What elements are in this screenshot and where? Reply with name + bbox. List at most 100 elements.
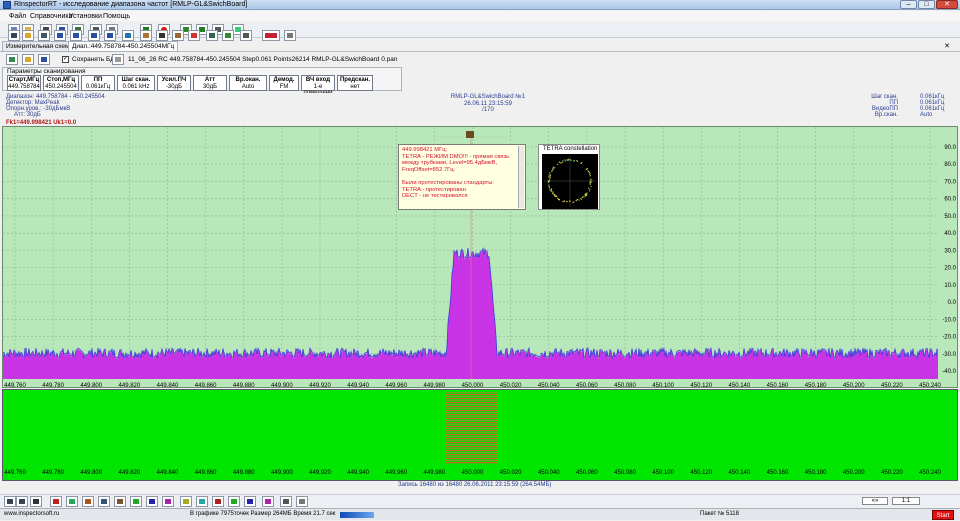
waterfall-x-label: 450.040 bbox=[538, 470, 560, 476]
constellation-point bbox=[552, 191, 554, 193]
constellation-point bbox=[557, 163, 559, 166]
waterfall-stripe bbox=[446, 396, 497, 398]
display7-icon[interactable] bbox=[146, 496, 158, 507]
param-value: -30дБ bbox=[165, 83, 183, 90]
constellation-point bbox=[566, 201, 568, 203]
constellation-point bbox=[568, 158, 570, 160]
menu-settings[interactable]: Установки bbox=[69, 13, 102, 20]
popup-scrollbar[interactable] bbox=[518, 146, 524, 208]
constellation-point bbox=[552, 166, 554, 168]
display10-icon[interactable] bbox=[196, 496, 208, 507]
waterfall-stripe bbox=[446, 436, 497, 438]
waterfall-x-label: 450.020 bbox=[500, 470, 522, 476]
zoom-out-icon[interactable] bbox=[16, 496, 28, 507]
waterfall-stripe bbox=[446, 426, 497, 428]
param-button-4[interactable]: Усил.ПЧ -30дБ bbox=[157, 75, 191, 91]
constellation-title: TETRA constellation bbox=[543, 146, 598, 152]
waterfall-stripe bbox=[446, 428, 497, 430]
tab-measure-scheme[interactable]: Измерительная схема bbox=[2, 41, 78, 52]
minimize-button[interactable]: – bbox=[900, 0, 917, 9]
waterfall-x-label: 449.860 bbox=[195, 470, 217, 476]
constellation-point bbox=[573, 201, 575, 203]
param-button-7[interactable]: Демод. FM bbox=[269, 75, 299, 91]
waterfall[interactable]: 449.760 449.780 449.800 449.820 449.840 449.8… bbox=[2, 389, 958, 481]
constellation-point bbox=[589, 180, 592, 182]
waterfall-stripe bbox=[446, 432, 497, 434]
close-tab-icon[interactable]: ✕ bbox=[944, 42, 950, 50]
waterfall-stripe bbox=[446, 450, 497, 452]
maximize-button[interactable]: □ bbox=[918, 0, 935, 9]
waterfall-stripe bbox=[446, 404, 497, 406]
menu-file[interactable]: Файл bbox=[9, 13, 26, 20]
constellation-point bbox=[585, 168, 587, 170]
close-button[interactable]: ✕ bbox=[936, 0, 958, 9]
display2-icon[interactable] bbox=[66, 496, 78, 507]
display4-icon[interactable] bbox=[98, 496, 110, 507]
waterfall-x-label: 450.160 bbox=[767, 470, 789, 476]
param-button-5[interactable]: Атт 30дБ bbox=[193, 75, 227, 91]
constellation-point bbox=[549, 174, 552, 176]
scale-select[interactable]: 1:1 bbox=[892, 497, 920, 505]
display13-icon[interactable] bbox=[244, 496, 256, 507]
constellation-point bbox=[589, 182, 591, 184]
display5-icon[interactable] bbox=[114, 496, 126, 507]
waterfall-stripe bbox=[446, 416, 497, 418]
signal-popup[interactable]: 449.998421 МГц: TETRA - РЕЖИМ DMO!!! - п… bbox=[398, 144, 526, 210]
display16-icon[interactable] bbox=[296, 496, 308, 507]
waterfall-stripe bbox=[446, 460, 497, 462]
waterfall-stripe bbox=[446, 394, 497, 396]
display12-icon[interactable] bbox=[228, 496, 240, 507]
text-icon[interactable] bbox=[30, 496, 42, 507]
constellation-point bbox=[565, 160, 567, 162]
constellation-point bbox=[578, 199, 580, 201]
y-tick-label: 80.0 bbox=[944, 162, 956, 168]
menu-help[interactable]: Помощь bbox=[103, 13, 130, 20]
db-file-icon[interactable] bbox=[112, 54, 124, 65]
constellation-point bbox=[562, 161, 564, 163]
display3-icon[interactable] bbox=[82, 496, 94, 507]
param-button-8[interactable]: ВЧ вход1-е помещени bbox=[301, 75, 335, 96]
y-tick-label: 20.0 bbox=[944, 266, 956, 272]
status-bar: www.inspectorsoft.ru В графике 7975точек… bbox=[0, 508, 960, 520]
site-link[interactable]: www.inspectorsoft.ru bbox=[4, 511, 59, 517]
y-tick-label: 90.0 bbox=[944, 145, 956, 151]
save-db-checkbox[interactable]: ✓ bbox=[62, 56, 69, 63]
menu-bar: Файл Справочники Установки Помощь bbox=[0, 11, 960, 21]
waterfall-x-label: 450.000 bbox=[462, 470, 484, 476]
start-button[interactable]: Start bbox=[932, 510, 954, 520]
display8-icon[interactable] bbox=[162, 496, 174, 507]
spectrum-fill bbox=[3, 249, 938, 379]
param-button-3[interactable]: Шаг скан. 0.061 kHz bbox=[117, 75, 155, 91]
constellation-point bbox=[568, 200, 571, 202]
tab-range[interactable]: Диап.:449.758784-450.245504МГц bbox=[68, 41, 179, 52]
params-legend: Параметры сканирования bbox=[7, 68, 86, 75]
display14-icon[interactable] bbox=[262, 496, 274, 507]
display6-icon[interactable] bbox=[130, 496, 142, 507]
waterfall-x-label: 449.940 bbox=[347, 470, 369, 476]
constellation-point bbox=[588, 187, 590, 189]
waterfall-stripe bbox=[446, 456, 497, 458]
constellation-point bbox=[556, 195, 558, 197]
display9-icon[interactable] bbox=[180, 496, 192, 507]
waterfall-stripe bbox=[446, 424, 497, 426]
param-button-9[interactable]: Предскан. нет bbox=[337, 75, 373, 91]
constellation-point bbox=[554, 167, 556, 169]
y-tick-label: 40.0 bbox=[944, 231, 956, 237]
db-open-icon[interactable] bbox=[22, 54, 34, 65]
scan-parameters: Параметры сканирования Старт,МГц 449.7587… bbox=[2, 67, 402, 96]
param-button-1[interactable]: Стоп,МГц 450.245504 bbox=[43, 75, 79, 91]
menu-references[interactable]: Справочники bbox=[30, 13, 72, 20]
waterfall-nav[interactable]: «» bbox=[862, 497, 888, 505]
display15-icon[interactable] bbox=[280, 496, 292, 507]
db-save-icon[interactable] bbox=[38, 54, 50, 65]
zoom-icon[interactable] bbox=[4, 496, 16, 507]
param-button-6[interactable]: Вр.окан. Auto bbox=[229, 75, 267, 91]
waterfall-stripe bbox=[446, 400, 497, 402]
display11-icon[interactable] bbox=[212, 496, 224, 507]
param-button-0[interactable]: Старт,МГц 449.758784 bbox=[7, 75, 41, 91]
waterfall-stripe bbox=[446, 418, 497, 420]
waterfall-x-label: 450.200 bbox=[843, 470, 865, 476]
db-icon[interactable] bbox=[6, 54, 18, 65]
param-button-2[interactable]: ПП 0.061кГц bbox=[81, 75, 115, 91]
display1-icon[interactable] bbox=[50, 496, 62, 507]
